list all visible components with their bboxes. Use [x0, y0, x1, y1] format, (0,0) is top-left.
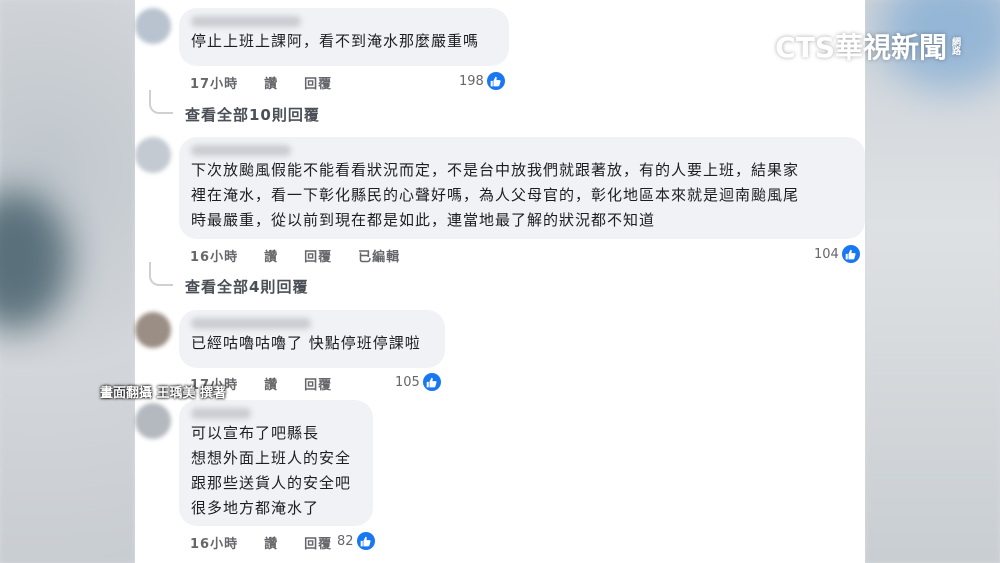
like-count-value: 105 [395, 374, 420, 390]
avatar[interactable] [135, 8, 171, 44]
reply-link[interactable]: 回覆 [304, 246, 332, 265]
like-count[interactable]: 198 [459, 72, 505, 90]
comment-text: 可以宣布了吧縣長 想想外面上班人的安全 跟那些送貨人的安全吧 很多地方都淹水了 [191, 424, 352, 517]
comment-meta: 17小時 讚 回覆 [190, 73, 358, 92]
like-link[interactable]: 讚 [264, 374, 278, 393]
blurred-backdrop-right [865, 0, 1000, 563]
logo-text: CTS華視新聞 [775, 31, 947, 64]
logo-subtext: 網路 [950, 37, 960, 55]
reply-link[interactable]: 回覆 [304, 73, 332, 92]
comment-text: 停止上班上課阿，看不到淹水那麼嚴重嗎 [191, 32, 480, 50]
comment-bubble: 停止上班上課阿，看不到淹水那麼嚴重嗎 [179, 8, 509, 66]
reply-link[interactable]: 回覆 [304, 533, 332, 552]
blurred-backdrop-left [0, 0, 135, 563]
like-count[interactable]: 82 [337, 532, 375, 550]
like-link[interactable]: 讚 [264, 73, 278, 92]
like-count-value: 82 [337, 533, 354, 549]
avatar[interactable] [135, 137, 171, 173]
comment-meta: 16小時 讚 回覆 [190, 533, 358, 552]
comment-time[interactable]: 16小時 [190, 246, 238, 265]
avatar[interactable] [135, 403, 171, 439]
edited-label: 已編輯 [358, 250, 401, 265]
comment-time[interactable]: 17小時 [190, 73, 238, 92]
comment-bubble: 已經咕嚕咕嚕了 快點停班停課啦 [179, 310, 445, 368]
like-count-value: 104 [814, 246, 839, 262]
thread-connector [149, 90, 173, 114]
comment-text: 已經咕嚕咕嚕了 快點停班停課啦 [191, 334, 421, 352]
commenter-name-blurred [191, 408, 251, 419]
thread-connector [149, 262, 173, 286]
thumbs-up-icon [486, 72, 505, 90]
commenter-name-blurred [191, 318, 311, 329]
view-replies-link[interactable]: 查看全部4則回覆 [185, 276, 308, 297]
like-link[interactable]: 讚 [264, 533, 278, 552]
comment-meta: 16小時 讚 回覆 已編輯 [190, 246, 426, 265]
thumbs-up-icon [356, 532, 375, 550]
avatar[interactable] [135, 312, 171, 348]
thumbs-up-icon [841, 245, 860, 263]
image-credit-caption: 畫面翻攝 王瑀美 撰著 [100, 386, 227, 401]
like-count[interactable]: 105 [395, 373, 441, 391]
like-count[interactable]: 104 [814, 245, 860, 263]
thumbs-up-icon [422, 373, 441, 391]
view-replies-link[interactable]: 查看全部10則回覆 [185, 104, 320, 125]
comment-bubble: 下次放颱風假能不能看看狀況而定，不是台中放我們就跟著放，有的人要上班，結果家 裡… [179, 137, 865, 239]
like-count-value: 198 [459, 73, 484, 89]
comments-panel: 停止上班上課阿，看不到淹水那麼嚴重嗎 17小時 讚 回覆 198 查看全部10則… [135, 0, 865, 563]
cts-news-logo: CTS華視新聞 網路 [775, 26, 970, 66]
commenter-name-blurred [191, 16, 301, 27]
reply-link[interactable]: 回覆 [304, 374, 332, 393]
comment-time[interactable]: 16小時 [190, 533, 238, 552]
like-link[interactable]: 讚 [264, 246, 278, 265]
commenter-name-blurred [191, 145, 291, 156]
comment-text: 下次放颱風假能不能看看狀況而定，不是台中放我們就跟著放，有的人要上班，結果家 裡… [191, 161, 800, 229]
comment-bubble: 可以宣布了吧縣長 想想外面上班人的安全 跟那些送貨人的安全吧 很多地方都淹水了 [179, 400, 373, 526]
